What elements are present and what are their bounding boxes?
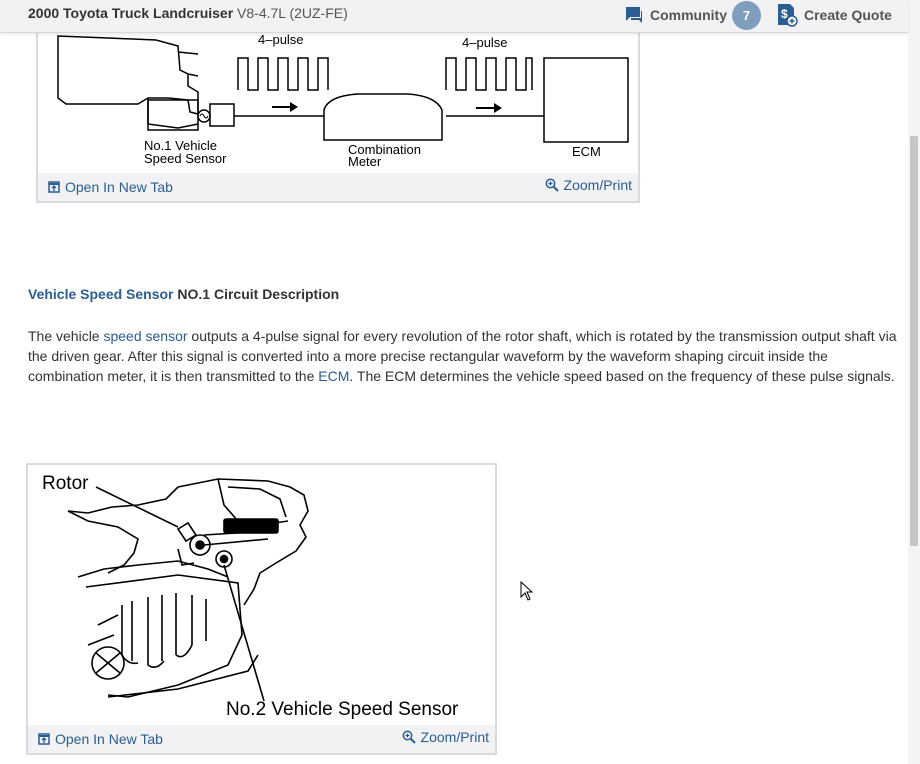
- sensor-location-figure: Rotor No.2 Vehicle Speed Sensor Open In …: [26, 463, 497, 755]
- create-quote-label: Create Quote: [804, 7, 892, 23]
- description-text-1: The vehicle: [28, 328, 104, 344]
- zoom-print-label-2: Zoom/Print: [420, 729, 489, 745]
- vehicle-speed-sensor-link[interactable]: Vehicle Speed Sensor: [28, 286, 174, 302]
- community-button[interactable]: Community 7: [624, 0, 761, 30]
- description-text-3: . The ECM determines the vehicle speed b…: [349, 368, 895, 384]
- ecm-label: ECM: [572, 144, 601, 159]
- section-heading: Vehicle Speed Sensor NO.1 Circuit Descri…: [28, 286, 339, 302]
- comment-icon: [626, 7, 642, 23]
- open-new-tab-icon: [38, 733, 50, 745]
- figure-action-bar-2: Open In New Tab Zoom/Print: [28, 725, 495, 753]
- create-quote-button[interactable]: $ Create Quote: [776, 1, 892, 29]
- mouse-cursor-icon: [520, 581, 534, 601]
- speed-sensor-link[interactable]: speed sensor: [103, 328, 187, 344]
- scrollbar-thumb[interactable]: [910, 136, 918, 546]
- vehicle-name: 2000 Toyota Truck Landcruiser: [28, 5, 234, 21]
- zoom-print-link[interactable]: Zoom/Print: [545, 177, 632, 193]
- pulse-label-left: 4–pulse: [258, 32, 304, 47]
- ecm-link[interactable]: ECM: [318, 368, 349, 384]
- community-count-badge: 7: [732, 0, 761, 30]
- community-label: Community: [650, 7, 727, 23]
- circuit-diagram-figure: 4–pulse 4–pulse No.1 Vehicle Speed Senso…: [36, 22, 640, 203]
- no2-sensor-label: No.2 Vehicle Speed Sensor: [226, 699, 459, 720]
- open-in-new-tab-label-2: Open In New Tab: [55, 731, 163, 747]
- circuit-description: The vehicle speed sensor outputs a 4-pul…: [28, 326, 898, 386]
- figure-action-bar: Open In New Tab Zoom/Print: [38, 173, 638, 201]
- circuit-diagram: 4–pulse 4–pulse No.1 Vehicle Speed Senso…: [57, 32, 629, 169]
- zoom-print-label: Zoom/Print: [563, 177, 632, 193]
- open-new-tab-icon: [48, 181, 60, 193]
- sensor-label-line2: Speed Sensor: [144, 151, 227, 166]
- zoom-print-link-2[interactable]: Zoom/Print: [402, 729, 489, 745]
- zoom-icon: [402, 730, 416, 744]
- dollar-quote-icon: $: [778, 4, 798, 27]
- zoom-icon: [545, 178, 559, 192]
- sensor-location-illustration: Rotor No.2 Vehicle Speed Sensor: [42, 473, 459, 720]
- open-in-new-tab-link[interactable]: Open In New Tab: [48, 179, 173, 195]
- rotor-label: Rotor: [42, 473, 89, 494]
- section-heading-rest: NO.1 Circuit Description: [173, 286, 340, 302]
- open-in-new-tab-link-2[interactable]: Open In New Tab: [38, 731, 163, 747]
- pulse-label-right: 4–pulse: [462, 35, 508, 50]
- open-in-new-tab-label: Open In New Tab: [65, 179, 173, 195]
- vehicle-engine: V8-4.7L (2UZ-FE): [237, 5, 348, 21]
- top-header-bar: 2000 Toyota Truck Landcruiser V8-4.7L (2…: [0, 0, 908, 33]
- vehicle-title: 2000 Toyota Truck Landcruiser V8-4.7L (2…: [28, 5, 348, 21]
- meter-label-line2: Meter: [348, 154, 382, 169]
